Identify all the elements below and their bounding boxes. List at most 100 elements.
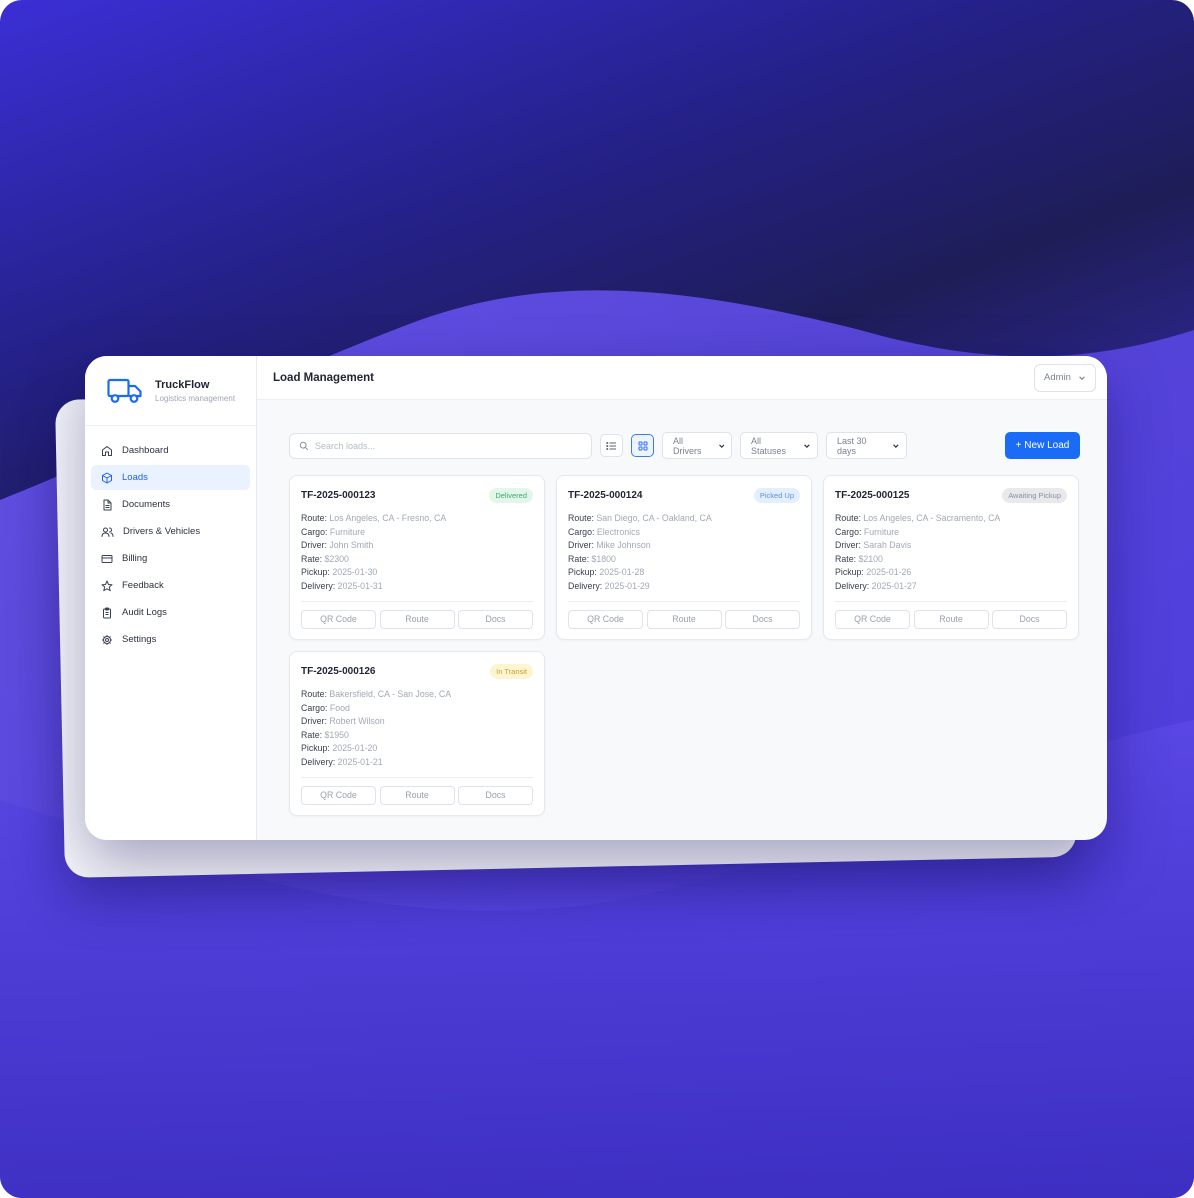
search-input[interactable]: [315, 440, 575, 451]
driver-value: John Smith: [329, 540, 374, 551]
cargo-value: Food: [329, 702, 350, 713]
pickup-value: 2025-01-26: [866, 567, 912, 578]
route-button[interactable]: Route: [379, 609, 455, 629]
cargo-label: Cargo:: [301, 702, 328, 713]
pickup-label: Pickup:: [568, 567, 597, 578]
sidebar-item-label: Drivers & Vehicles: [123, 526, 201, 537]
delivery-label: Delivery:: [301, 580, 336, 591]
sidebar-item-settings[interactable]: Settings: [91, 627, 250, 652]
docs-button[interactable]: Docs: [992, 609, 1067, 629]
drivers-filter-select[interactable]: All Drivers: [662, 432, 732, 459]
content: All Drivers All Statuses Last 30 days + …: [257, 400, 1107, 816]
qr-code-button[interactable]: QR Code: [301, 609, 376, 629]
rate-label: Rate:: [835, 553, 857, 564]
sidebar-item-loads[interactable]: Loads: [91, 465, 250, 490]
chevron-down-icon: [718, 443, 724, 448]
sidebar-item-label: Dashboard: [122, 445, 169, 456]
rate-label: Rate:: [568, 553, 590, 564]
delivery-label: Delivery:: [568, 580, 603, 591]
rate-value: $1800: [591, 553, 616, 564]
sidebar-item-audit-logs[interactable]: Audit Logs: [91, 600, 250, 625]
sidebar-item-label: Feedback: [122, 580, 164, 591]
chevron-down-icon: [1079, 375, 1085, 380]
qr-code-button[interactable]: QR Code: [301, 785, 376, 805]
new-load-button[interactable]: + New Load: [1005, 432, 1080, 459]
cargo-value: Furniture: [863, 526, 900, 537]
pickup-label: Pickup:: [301, 743, 330, 754]
delivery-value: 2025-01-21: [337, 756, 383, 767]
drivers-filter-value: All Drivers: [673, 435, 702, 456]
docs-button[interactable]: Docs: [458, 785, 533, 805]
load-card: TF-2025-000125 Awaiting Pickup Route: Lo…: [823, 475, 1079, 640]
status-badge: In Transit: [490, 663, 533, 679]
document-icon: [103, 499, 112, 510]
pickup-value: 2025-01-30: [332, 567, 378, 578]
sidebar-item-drivers-vehicles[interactable]: Drivers & Vehicles: [91, 519, 250, 544]
toolbar: All Drivers All Statuses Last 30 days + …: [289, 432, 1080, 459]
rate-value: $2100: [858, 553, 883, 564]
card-actions: QR Code Route Docs: [835, 600, 1067, 629]
rate-label: Rate:: [301, 553, 323, 564]
home-icon: [102, 445, 112, 456]
pickup-label: Pickup:: [835, 567, 864, 578]
route-label: Route:: [301, 689, 327, 699]
sidebar-item-label: Settings: [122, 634, 157, 645]
qr-code-button[interactable]: QR Code: [835, 609, 910, 629]
pickup-value: 2025-01-20: [332, 743, 378, 754]
sidebar-item-label: Documents: [122, 499, 171, 510]
sidebar-item-billing[interactable]: Billing: [91, 546, 250, 571]
cargo-label: Cargo:: [568, 526, 595, 537]
chevron-down-icon: [893, 443, 899, 448]
background-frame: TruckFlow Logistics management Dashboard…: [0, 0, 1194, 1198]
route-button[interactable]: Route: [913, 609, 989, 629]
list-icon: [606, 441, 616, 450]
route-label: Route:: [568, 513, 594, 523]
route-button[interactable]: Route: [646, 609, 722, 629]
page-title: Load Management: [273, 371, 374, 384]
status-filter-select[interactable]: All Statuses: [740, 432, 818, 459]
sidebar-item-documents[interactable]: Documents: [91, 492, 250, 517]
user-menu-button[interactable]: Admin: [1034, 363, 1096, 392]
status-badge: Delivered: [489, 487, 533, 503]
users-icon: [101, 527, 114, 537]
status-badge: Awaiting Pickup: [1002, 487, 1067, 503]
delivery-value: 2025-01-29: [604, 580, 650, 591]
delivery-value: 2025-01-27: [871, 580, 917, 591]
route-value: Los Angeles, CA - Fresno, CA: [329, 513, 447, 523]
rate-value: $2300: [324, 553, 349, 564]
cargo-value: Electronics: [596, 526, 640, 537]
qr-code-button[interactable]: QR Code: [568, 609, 643, 629]
top-bar: Load Management Admin: [257, 356, 1107, 400]
load-id: TF-2025-000126: [301, 665, 376, 677]
route-button[interactable]: Route: [379, 785, 455, 805]
load-card: TF-2025-000123 Delivered Route: Los Ange…: [289, 475, 545, 640]
sidebar-item-dashboard[interactable]: Dashboard: [91, 438, 250, 463]
load-id: TF-2025-000125: [835, 489, 910, 501]
grid-view-button[interactable]: [631, 434, 654, 457]
driver-value: Sarah Davis: [863, 540, 912, 551]
date-filter-select[interactable]: Last 30 days: [826, 432, 907, 459]
search-box: [289, 432, 592, 459]
rate-value: $1950: [324, 729, 349, 740]
driver-label: Driver:: [568, 540, 594, 551]
load-details: Route: San Diego, CA - Oakland, CA Cargo…: [568, 512, 800, 594]
clipboard-icon: [103, 607, 111, 618]
pickup-value: 2025-01-28: [599, 567, 645, 578]
docs-button[interactable]: Docs: [725, 609, 800, 629]
search-icon: [299, 441, 309, 450]
delivery-value: 2025-01-31: [337, 580, 383, 591]
load-id: TF-2025-000124: [568, 489, 643, 501]
driver-label: Driver:: [301, 716, 327, 727]
app-window: TruckFlow Logistics management Dashboard…: [85, 356, 1107, 840]
docs-button[interactable]: Docs: [458, 609, 533, 629]
load-details: Route: Bakersfield, CA - San Jose, CA Ca…: [301, 688, 533, 770]
loads-grid: TF-2025-000123 Delivered Route: Los Ange…: [289, 475, 1080, 816]
grid-icon: [638, 441, 647, 450]
route-value: Bakersfield, CA - San Jose, CA: [329, 689, 452, 699]
driver-value: Robert Wilson: [329, 716, 385, 727]
card-actions: QR Code Route Docs: [301, 600, 533, 629]
sidebar-item-feedback[interactable]: Feedback: [91, 573, 250, 598]
brand: TruckFlow Logistics management: [85, 356, 256, 426]
list-view-button[interactable]: [600, 434, 623, 457]
app-name: TruckFlow: [155, 378, 210, 391]
